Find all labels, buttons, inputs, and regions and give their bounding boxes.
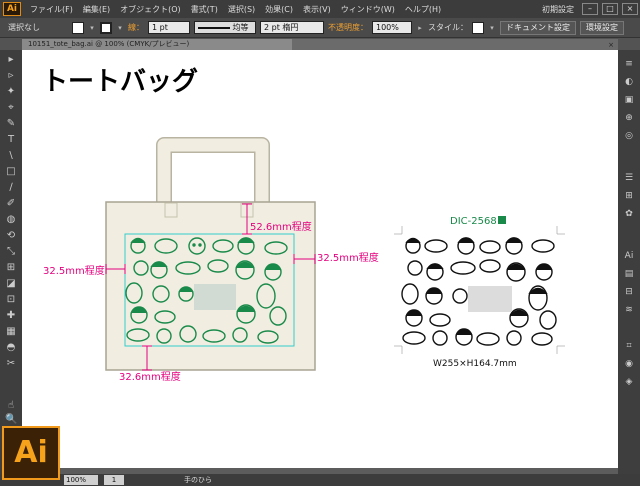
stroke-label[interactable]: 線： xyxy=(128,22,144,33)
document-settings-button[interactable]: ドキュメント設定 xyxy=(500,20,576,35)
menu-help[interactable]: ヘルプ(H) xyxy=(400,4,446,15)
stroke-panel-icon[interactable]: ☰ xyxy=(623,172,635,184)
blurred-logo-placeholder-preview xyxy=(468,286,512,312)
maximize-button[interactable]: □ xyxy=(602,3,618,15)
document-tab-bar: 10151_tote_bag.ai @ 100% (CMYK/プレビュー) × xyxy=(22,39,618,50)
zoom-level[interactable]: 100% xyxy=(64,475,98,485)
magic-wand-tool-icon[interactable]: ✦ xyxy=(5,86,17,98)
brushes-panel-icon[interactable]: ⊕ xyxy=(623,112,635,124)
design-size-label: W255×H164.7mm xyxy=(433,359,517,369)
mesh-tool-icon[interactable]: ✚ xyxy=(5,310,17,322)
current-tool-status: 手のひら xyxy=(184,476,212,484)
blurred-logo-placeholder xyxy=(194,284,236,310)
shape-builder-tool-icon[interactable]: ◪ xyxy=(5,278,17,290)
panel-dock: ≡ ◐ ▣ ⊕ ◎ ☰ ⊞ ✿ Ai ▤ ⊟ ≋ ⌗ ◉ ◈ xyxy=(618,50,640,474)
stroke-swatch[interactable] xyxy=(100,21,112,34)
canvas-title: トートバッグ xyxy=(42,67,198,97)
chevron-down-icon[interactable]: ▾ xyxy=(116,23,124,33)
artboard-number[interactable]: 1 xyxy=(104,475,124,485)
symbols-panel-icon[interactable]: ◎ xyxy=(623,130,635,142)
opacity-input[interactable]: 100% xyxy=(372,21,412,34)
direct-selection-tool-icon[interactable]: ▹ xyxy=(5,70,17,82)
minimize-button[interactable]: – xyxy=(582,3,598,15)
blob-brush-tool-icon[interactable]: ◍ xyxy=(5,214,17,226)
fill-swatch[interactable] xyxy=(72,21,84,34)
graphic-style-swatch[interactable] xyxy=(472,21,484,34)
menu-effect[interactable]: 効果(C) xyxy=(260,4,298,15)
opacity-label[interactable]: 不透明度： xyxy=(328,22,368,33)
style-label: スタイル： xyxy=(428,23,468,32)
chevron-right-icon[interactable]: ▸ xyxy=(416,23,424,33)
chevron-down-icon[interactable]: ▾ xyxy=(488,23,496,33)
document-tab-title: 10151_tote_bag.ai @ 100% (CMYK/プレビュー) xyxy=(28,40,190,48)
menu-type[interactable]: 書式(T) xyxy=(186,4,223,15)
status-bar: 100% 1 手のひら xyxy=(0,474,640,486)
menu-edit[interactable]: 編集(E) xyxy=(78,4,115,15)
document-tab[interactable]: 10151_tote_bag.ai @ 100% (CMYK/プレビュー) xyxy=(22,39,292,50)
dimension-right-label: 32.5mm程度 xyxy=(317,251,379,264)
control-bar: 選択なし ▾ ▾ 線： 1 pt 均等 2 pt 楕円 不透明度： 100% ▸… xyxy=(0,18,640,38)
line-tool-icon[interactable]: \ xyxy=(5,150,17,162)
preferences-button[interactable]: 環境設定 xyxy=(580,20,624,35)
gradient-panel-icon[interactable]: ⊞ xyxy=(623,190,635,202)
product-code-label: DIC-2568 xyxy=(450,216,497,227)
rotate-tool-icon[interactable]: ⟲ xyxy=(5,230,17,242)
variable-width-profile[interactable]: 均等 xyxy=(194,21,256,34)
lasso-tool-icon[interactable]: ⌖ xyxy=(5,102,17,114)
rectangle-tool-icon[interactable]: □ xyxy=(5,166,17,178)
graph-tool-icon[interactable]: ▦ xyxy=(5,326,17,338)
transparency-panel-icon[interactable]: ✿ xyxy=(623,208,635,220)
stroke-weight-input[interactable]: 1 pt xyxy=(148,21,190,34)
appearance-panel-icon[interactable]: Ai xyxy=(623,250,635,262)
dimension-bottom-label: 32.6mm程度 xyxy=(119,370,181,383)
menu-file[interactable]: ファイル(F) xyxy=(25,4,78,15)
menu-bar: Ai ファイル(F) 編集(E) オブジェクト(O) 書式(T) 選択(S) 効… xyxy=(0,0,640,18)
brush-definition[interactable]: 2 pt 楕円 xyxy=(260,21,324,34)
chevron-down-icon[interactable]: ▾ xyxy=(88,23,96,33)
layers-panel-icon[interactable]: ⊟ xyxy=(623,286,635,298)
type-tool-icon[interactable]: T xyxy=(5,134,17,146)
illustrator-logo-icon: Ai xyxy=(2,426,60,480)
paintbrush-tool-icon[interactable]: ∕ xyxy=(5,182,17,194)
menu-view[interactable]: 表示(V) xyxy=(298,4,336,15)
menu-window[interactable]: ウィンドウ(W) xyxy=(336,4,400,15)
swatches-panel-icon[interactable]: ▣ xyxy=(623,94,635,106)
scissors-tool-icon[interactable]: ✂ xyxy=(5,358,17,370)
perspective-grid-tool-icon[interactable]: ⊡ xyxy=(5,294,17,306)
artwork: トートバッグ 52.6mm程度 32.5mm程度 32.5mm程度 32.6mm… xyxy=(42,67,565,383)
close-icon[interactable]: × xyxy=(604,41,618,49)
align-panel-icon[interactable]: ⌗ xyxy=(623,340,635,352)
menu-object[interactable]: オブジェクト(O) xyxy=(115,4,186,15)
free-transform-tool-icon[interactable]: ⊞ xyxy=(5,262,17,274)
artboards-panel-icon[interactable]: ≋ xyxy=(623,304,635,316)
workspace-switcher[interactable]: 初期設定 xyxy=(542,4,574,15)
hand-tool-icon[interactable]: ☝ xyxy=(5,400,17,412)
app-logo-icon: Ai xyxy=(3,2,21,16)
zoom-tool-icon[interactable]: 🔍 xyxy=(5,414,17,426)
pathfinder-panel-icon[interactable]: ◉ xyxy=(623,358,635,370)
selection-tool-icon[interactable]: ▸ xyxy=(5,54,17,66)
scale-tool-icon[interactable]: ⤡ xyxy=(5,246,17,258)
gradient-tool-icon[interactable]: ◓ xyxy=(5,342,17,354)
product-color-chip xyxy=(498,216,506,224)
dimension-left-label: 32.5mm程度 xyxy=(43,264,105,277)
color-guide-panel-icon[interactable]: ◐ xyxy=(623,76,635,88)
pencil-tool-icon[interactable]: ✐ xyxy=(5,198,17,210)
graphic-styles-panel-icon[interactable]: ▤ xyxy=(623,268,635,280)
color-panel-icon[interactable]: ≡ xyxy=(623,58,635,70)
dimension-top-label: 52.6mm程度 xyxy=(250,220,312,233)
transform-panel-icon[interactable]: ◈ xyxy=(623,376,635,388)
tools-panel: ▸ ▹ ✦ ⌖ ✎ T \ □ ∕ ✐ ◍ ⟲ ⤡ ⊞ ◪ ⊡ ✚ ▦ ◓ ✂ … xyxy=(0,50,22,474)
pen-tool-icon[interactable]: ✎ xyxy=(5,118,17,130)
selection-status: 選択なし xyxy=(8,23,40,32)
bag-handle xyxy=(156,137,270,202)
close-window-button[interactable]: × xyxy=(622,3,638,15)
profile-label: 均等 xyxy=(232,23,249,32)
artboard-canvas[interactable]: トートバッグ 52.6mm程度 32.5mm程度 32.5mm程度 32.6mm… xyxy=(22,50,618,468)
menu-select[interactable]: 選択(S) xyxy=(223,4,260,15)
